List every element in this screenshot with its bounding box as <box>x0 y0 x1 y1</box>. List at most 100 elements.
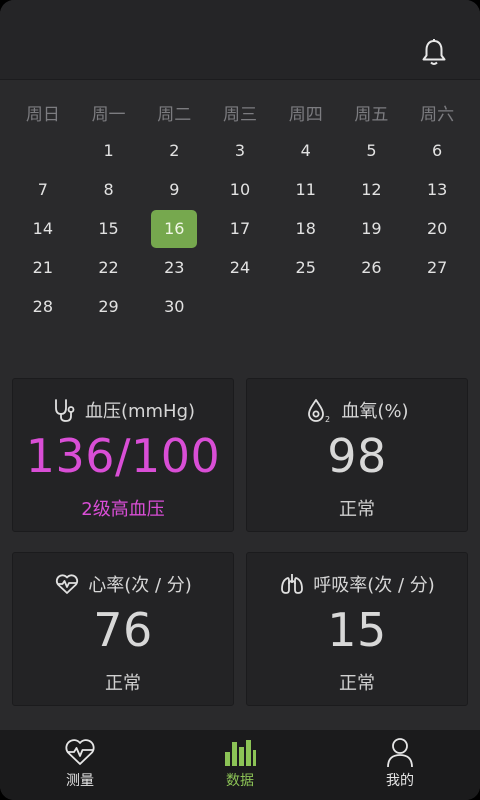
calendar-day[interactable]: 13 <box>404 170 470 209</box>
calendar-day[interactable]: 9 <box>141 170 207 209</box>
calendar-day-number <box>348 288 394 326</box>
calendar-day[interactable]: 7 <box>10 170 76 209</box>
top-bar <box>0 0 480 80</box>
card-header: 2 血氧(%) <box>305 397 409 423</box>
calendar-day-number: 18 <box>295 219 316 238</box>
respiration-rate-status: 正常 <box>339 673 375 694</box>
calendar-day-empty <box>207 287 273 326</box>
calendar-day-number: 26 <box>361 258 382 277</box>
calendar-day-number: 27 <box>426 258 448 277</box>
calendar-day-number: 5 <box>366 141 377 160</box>
calendar-day-number: 25 <box>295 258 316 277</box>
calendar-day-number: 6 <box>432 141 443 160</box>
calendar-day[interactable]: 25 <box>273 248 339 287</box>
calendar-day-number: 13 <box>426 180 448 199</box>
calendar-day-number: 23 <box>164 258 185 277</box>
calendar-day-number: 9 <box>169 180 180 199</box>
calendar-day[interactable]: 2 <box>141 131 207 170</box>
calendar-day-empty <box>10 131 76 170</box>
calendar-day[interactable]: 28 <box>10 287 76 326</box>
calendar-day[interactable]: 1 <box>76 131 142 170</box>
user-icon <box>387 738 413 768</box>
calendar-day[interactable]: 27 <box>404 248 470 287</box>
calendar-day[interactable]: 23 <box>141 248 207 287</box>
calendar: 周日 周一 周二 周三 周四 周五 周六 1 2 3 4 5 6 7 8 9 10 11 12 13 14… <box>10 93 470 326</box>
oxygen-drop-icon: 2 <box>308 399 331 423</box>
bottom-tab-bar: 测量 数据 我的 <box>0 730 480 800</box>
calendar-day-number: 17 <box>229 219 251 238</box>
card-title: 呼吸率(次 / 分) <box>313 575 435 596</box>
calendar-day[interactable]: 30 <box>141 287 207 326</box>
blood-oxygen-value: 98 <box>327 429 387 483</box>
svg-text:2: 2 <box>325 415 330 423</box>
calendar-day-empty <box>404 287 470 326</box>
calendar-day[interactable]: 14 <box>10 209 76 248</box>
calendar-day-number <box>217 288 263 326</box>
bell-icon <box>422 39 446 65</box>
calendar-day-number <box>283 288 329 326</box>
blood-pressure-value: 136/100 <box>25 429 221 483</box>
weekday-label: 周三 <box>222 104 257 125</box>
calendar-day[interactable]: 11 <box>273 170 339 209</box>
calendar-day[interactable]: 21 <box>10 248 76 287</box>
tab-label: 数据 <box>226 773 254 789</box>
calendar-day-number: 15 <box>98 219 119 238</box>
blood-oxygen-card[interactable]: 2 血氧(%) 98 正常 <box>246 378 468 532</box>
card-title: 血压(mmHg) <box>84 401 196 422</box>
calendar-day[interactable]: 3 <box>207 131 273 170</box>
blood-oxygen-status: 正常 <box>339 499 375 520</box>
weekday-label: 周日 <box>25 104 60 125</box>
calendar-day[interactable]: 24 <box>207 248 273 287</box>
calendar-day-number <box>20 132 66 170</box>
calendar-day-number <box>414 288 460 326</box>
calendar-day[interactable]: 5 <box>339 131 405 170</box>
calendar-day[interactable]: 8 <box>76 170 142 209</box>
calendar-day-number: 21 <box>32 258 54 277</box>
calendar-day-number: 4 <box>300 141 311 160</box>
calendar-day-number: 28 <box>32 297 54 316</box>
calendar-day-number: 20 <box>426 219 448 238</box>
tab-label: 我的 <box>386 773 414 789</box>
calendar-day[interactable]: 18 <box>273 209 339 248</box>
bar-chart-icon <box>225 740 256 766</box>
respiration-rate-card[interactable]: 呼吸率(次 / 分) 15 正常 <box>246 552 468 706</box>
weekday-label: 周五 <box>354 104 389 125</box>
calendar-day[interactable]: 10 <box>207 170 273 209</box>
calendar-day[interactable]: 29 <box>76 287 142 326</box>
calendar-day-selected[interactable]: 16 <box>141 209 207 248</box>
heart-rate-card[interactable]: 心率(次 / 分) 76 正常 <box>12 552 234 706</box>
calendar-day-number: 24 <box>229 258 251 277</box>
heart-rate-value: 76 <box>93 603 153 657</box>
weekday-label: 周六 <box>420 104 455 125</box>
card-header: 呼吸率(次 / 分) <box>279 571 435 597</box>
calendar-day-number: 8 <box>103 180 114 199</box>
calendar-days: 1 2 3 4 5 6 7 8 9 10 11 12 13 14 15 16 17 18 19 20 21 22 23 24 2… <box>10 131 470 326</box>
calendar-day[interactable]: 12 <box>339 170 405 209</box>
calendar-day[interactable]: 20 <box>404 209 470 248</box>
calendar-day[interactable]: 4 <box>273 131 339 170</box>
tab-profile[interactable]: 我的 <box>320 730 480 800</box>
calendar-day-number: 19 <box>361 219 382 238</box>
calendar-day-number: 16 <box>151 209 198 248</box>
tab-measure[interactable]: 测量 <box>0 730 160 800</box>
calendar-day[interactable]: 15 <box>76 209 142 248</box>
card-header: 血压(mmHg) <box>51 397 195 423</box>
card-title: 血氧(%) <box>341 401 409 422</box>
tab-label: 测量 <box>66 773 94 789</box>
respiration-rate-value: 15 <box>327 603 387 657</box>
calendar-day-empty <box>339 287 405 326</box>
blood-pressure-card[interactable]: 血压(mmHg) 136/100 2级高血压 <box>12 378 234 532</box>
weekday-label: 周一 <box>91 104 126 125</box>
metrics-grid: 血压(mmHg) 136/100 2级高血压 2 血氧(%) 98 正常 心率(… <box>12 378 468 706</box>
calendar-day[interactable]: 17 <box>207 209 273 248</box>
card-title: 心率(次 / 分) <box>88 575 192 596</box>
calendar-day[interactable]: 22 <box>76 248 142 287</box>
lungs-icon <box>281 574 304 594</box>
notification-button[interactable] <box>418 36 450 68</box>
calendar-day-number: 22 <box>98 258 119 277</box>
calendar-day[interactable]: 6 <box>404 131 470 170</box>
tab-data[interactable]: 数据 <box>160 730 320 800</box>
calendar-day[interactable]: 26 <box>339 248 405 287</box>
calendar-day[interactable]: 19 <box>339 209 405 248</box>
heart-pulse-icon <box>65 739 95 765</box>
